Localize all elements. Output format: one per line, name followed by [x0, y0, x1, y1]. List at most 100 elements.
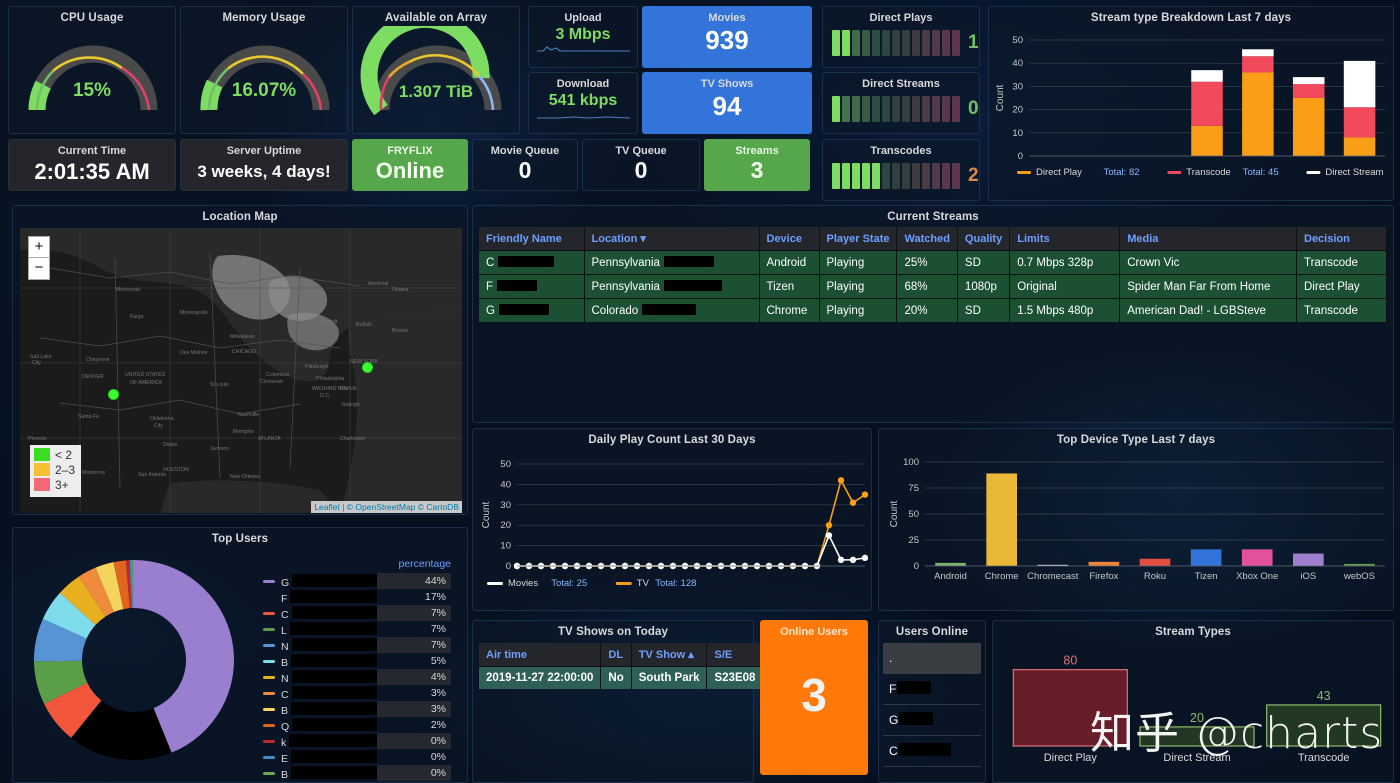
top-users-legend-item[interactable]: N 4% [263, 669, 455, 685]
column-header-media[interactable]: Media [1119, 227, 1297, 251]
movies-count: 939 [705, 25, 749, 55]
cell-friendly-name: F [479, 274, 585, 299]
column-header-watched[interactable]: Watched [896, 227, 958, 251]
svg-text:Pittsburgh: Pittsburgh [305, 364, 328, 370]
top-users-legend-item[interactable]: B 3% [263, 701, 455, 717]
redacted-username [290, 589, 377, 603]
users-online-label: C [889, 744, 898, 758]
svg-text:20: 20 [500, 520, 511, 531]
legend-color-swatch-icon [263, 659, 275, 663]
redacted-username [291, 685, 377, 699]
panel-direct-streams: Direct Streams 0 [822, 72, 980, 134]
led-segment [872, 30, 880, 56]
top-users-percentage: 0% [377, 733, 451, 749]
column-header-air-time[interactable]: Air time [479, 643, 602, 667]
cell-friendly-name: G [479, 298, 585, 322]
led-segment [902, 163, 910, 189]
led-segment [922, 96, 930, 122]
map-marker[interactable] [362, 362, 373, 373]
top-users-legend-item[interactable]: N 7% [263, 637, 455, 653]
led-segment [862, 163, 870, 189]
column-header-device[interactable]: Device [759, 227, 820, 251]
users-online-item[interactable]: G [883, 705, 981, 736]
table-row[interactable]: 2019-11-27 22:00:00 No South Park S23E08 [479, 666, 764, 689]
column-header-s-e[interactable]: S/E [706, 643, 764, 667]
led-segment [852, 96, 860, 122]
map-marker[interactable] [108, 389, 119, 400]
column-header-friendly-name[interactable]: Friendly Name [479, 227, 585, 251]
top-users-legend-item[interactable]: C 7% [263, 605, 455, 621]
panel-title: Stream type Breakdown Last 7 days [1090, 12, 1292, 24]
column-header-decision[interactable]: Decision [1296, 227, 1387, 251]
svg-text:Tizen: Tizen [1195, 571, 1218, 582]
top-users-legend-item[interactable]: k 0% [263, 733, 455, 749]
top-users-percentage: 17% [424, 591, 446, 603]
users-online-item[interactable]: F [883, 674, 981, 705]
top-users-legend-label: B [281, 765, 377, 781]
top-users-legend-item[interactable]: G 44% [263, 573, 455, 589]
top-users-legend-label: k [281, 733, 377, 749]
panel-fryflix-status: FRYFLIX Online [352, 139, 468, 191]
top-users-legend-item[interactable]: B 0% [263, 765, 455, 781]
svg-text:Boston: Boston [392, 328, 408, 334]
table-row[interactable]: F Pennsylvania Tizen Playing 68% 1080p Origina… [479, 274, 1387, 299]
server-uptime-value: 3 weeks, 4 days! [197, 162, 331, 181]
svg-text:City: City [32, 360, 41, 366]
panel-title: FRYFLIX [387, 145, 433, 157]
top-users-legend-item[interactable]: C 3% [263, 685, 455, 701]
table-row[interactable]: C Pennsylvania Android Playing 25% SD 0.7 Mbps… [479, 250, 1387, 275]
panel-download: Download 541 kbps [528, 72, 638, 134]
map-attribution[interactable]: Leaflet | © OpenStreetMap © CartoDB [311, 501, 462, 513]
column-header-tv-show[interactable]: TV Show ▴ [631, 643, 708, 667]
current-streams-table: Friendly Name Location ▾ Device Player Stat… [479, 227, 1387, 322]
column-header-dl[interactable]: DL [600, 643, 632, 667]
svg-text:Chrome: Chrome [985, 571, 1019, 582]
svg-text:Xbox One: Xbox One [1236, 571, 1278, 582]
users-online-item[interactable]: . [883, 643, 981, 674]
legend-swatch-icon [34, 478, 50, 491]
top-users-legend-item[interactable]: E 0% [263, 749, 455, 765]
map-zoom-in-button[interactable]: + [28, 236, 50, 258]
panel-server-uptime: Server Uptime 3 weeks, 4 days! [180, 139, 348, 191]
map-zoom-controls[interactable]: + − [28, 236, 50, 280]
svg-text:Raleigh: Raleigh [342, 402, 360, 408]
redacted-username [898, 743, 951, 756]
table-row[interactable]: G Colorado Chrome Playing 20% SD 1.5 Mbps 480p… [479, 298, 1387, 322]
svg-text:Buffalo: Buffalo [356, 322, 372, 328]
led-segment [942, 96, 950, 122]
direct-streams-value: 0 [968, 98, 979, 119]
column-header-location[interactable]: Location ▾ [584, 227, 760, 251]
svg-text:40: 40 [500, 479, 511, 490]
svg-text:Nashville: Nashville [238, 412, 259, 418]
legend-color-swatch-icon [263, 771, 275, 775]
column-header-limits[interactable]: Limits [1009, 227, 1121, 251]
column-header-player-state[interactable]: Player State [819, 227, 898, 251]
legend-color-swatch-icon [263, 611, 275, 615]
led-segment [942, 163, 950, 189]
panel-title: TV Shows on Today [557, 626, 669, 638]
leaflet-map[interactable]: Minnesota Fargo Minneapolis Milwaukee CH… [20, 228, 462, 513]
cpu-gauge: 15% [9, 26, 175, 118]
map-zoom-out-button[interactable]: − [28, 258, 50, 280]
top-users-legend-label: N [281, 637, 377, 653]
svg-text:25: 25 [908, 535, 919, 546]
users-online-item[interactable]: C [883, 736, 981, 767]
svg-text:TV: TV [637, 578, 650, 589]
top-users-legend-item[interactable]: B 5% [263, 653, 455, 669]
svg-text:Count: Count [995, 84, 1006, 111]
panel-cpu-usage: CPU Usage 15% [8, 6, 176, 134]
cell-watched: 68% [896, 274, 958, 299]
legend-color-swatch-icon [263, 723, 275, 727]
top-users-legend-item[interactable]: L 7% [263, 621, 455, 637]
panel-title: Movies [708, 12, 746, 24]
column-header-quality[interactable]: Quality [957, 227, 1011, 251]
redacted-text [642, 304, 697, 315]
table-header-row: Air time DL TV Show ▴ S/E [479, 643, 764, 667]
top-users-legend-header[interactable]: percentage [263, 558, 455, 573]
top-users-legend-label: B [281, 701, 377, 717]
current-time-value: 2:01:35 AM [34, 159, 150, 184]
svg-text:Minnesota: Minnesota [116, 287, 140, 293]
top-users-legend-item[interactable]: F 17% [263, 589, 455, 605]
panel-title: Daily Play Count Last 30 Days [588, 434, 756, 446]
top-users-legend-item[interactable]: Q 2% [263, 717, 455, 733]
